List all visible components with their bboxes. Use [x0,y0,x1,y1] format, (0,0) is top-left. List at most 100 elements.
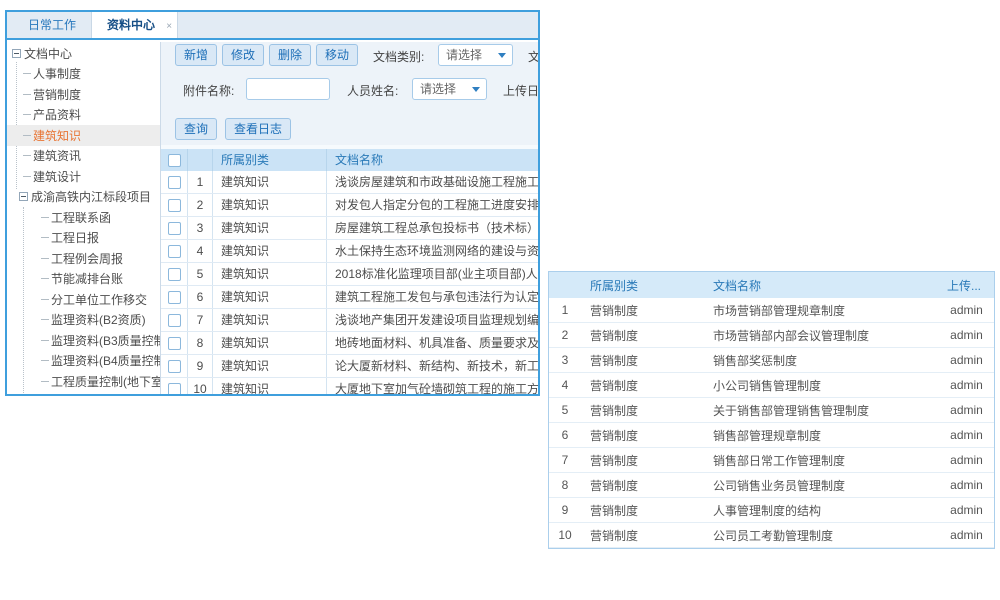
row-checkbox[interactable] [168,268,181,281]
table-row[interactable]: 10 营销制度 公司员工考勤管理制度 admin [549,523,994,548]
table-row[interactable]: 4 建筑知识 水土保持生态环境监测网络的建设与资... [161,240,538,263]
cell-category: 营销制度 [581,452,704,469]
table-row[interactable]: 7 营销制度 销售部日常工作管理制度 admin [549,448,994,473]
cell-uploader: admin [939,428,994,442]
cell-category: 营销制度 [581,377,704,394]
tree-item[interactable]: 节能减排台账 [7,269,160,290]
edit-button[interactable]: 修改 [222,44,264,66]
query-button[interactable]: 查询 [175,118,217,140]
tree-item-clipped[interactable]: 工程质量控制 [7,392,160,395]
tree-item[interactable]: 分工单位工作移交 [7,289,160,310]
tree-item-root[interactable]: 文档中心 [7,43,160,64]
cell-index: 2 [188,194,213,216]
tree-item[interactable]: 人事制度 [7,64,160,85]
collapse-icon[interactable] [12,49,21,58]
table-row[interactable]: 2 建筑知识 对发包人指定分包的工程施工进度安排... [161,194,538,217]
table-row[interactable]: 2 营销制度 市场营销部内部会议管理制度 admin [549,323,994,348]
tree-item-label: 分工单位工作移交 [51,291,147,308]
cell-index: 3 [549,353,581,367]
table-row[interactable]: 3 营销制度 销售部奖惩制度 admin [549,348,994,373]
add-button[interactable]: 新增 [175,44,217,66]
tab-data-center[interactable]: 资料中心 × [91,12,178,38]
category-tree: 文档中心 人事制度 营销制度 产品资料 建筑知识 建筑资讯 [7,42,161,394]
row-checkbox[interactable] [168,314,181,327]
delete-button[interactable]: 删除 [269,44,311,66]
tree-branch-icon [23,73,31,74]
tree-branch-icon [23,176,31,177]
tab-label: 日常工作 [28,18,76,32]
row-checkbox[interactable] [168,383,181,395]
tree-item-project-root[interactable]: 成渝高铁内江标段项目 [7,187,160,208]
table-row[interactable]: 9 建筑知识 论大厦新材料、新结构、新技术，新工... [161,355,538,378]
cell-index: 7 [549,453,581,467]
view-log-button[interactable]: 查看日志 [225,118,291,140]
tree-item[interactable]: 建筑设计 [7,166,160,187]
tree-item[interactable]: 建筑资讯 [7,146,160,167]
cell-category: 营销制度 [581,527,704,544]
cell-category: 建筑知识 [213,286,327,308]
cell-uploader: admin [939,353,994,367]
cell-category: 建筑知识 [213,309,327,331]
table-row[interactable]: 5 营销制度 关于销售部管理销售管理制度 admin [549,398,994,423]
select-value: 请选择 [446,48,482,62]
cell-category: 营销制度 [581,502,704,519]
table-row[interactable]: 1 营销制度 市场营销部管理规章制度 admin [549,298,994,323]
cell-doc-name: 房屋建筑工程总承包投标书（技术标）... [327,217,538,240]
person-select[interactable]: 请选择 [412,78,487,100]
tree-item-label: 工程日报 [51,229,99,246]
col-header-category: 所属别类 [213,149,327,171]
tree-branch-icon [23,94,31,95]
tree-item[interactable]: 工程联系函 [7,207,160,228]
tree-item-selected[interactable]: 建筑知识 [7,125,160,146]
document-table: 所属别类 文档名称 1 建筑知识 浅谈房屋建筑和市政基础设施工程施工... 2 … [161,145,538,394]
cell-doc-name: 论大厦新材料、新结构、新技术，新工... [327,355,538,378]
close-icon[interactable]: × [166,13,172,40]
table-row[interactable]: 9 营销制度 人事管理制度的结构 admin [549,498,994,523]
cell-doc-name: 浅谈地产集团开发建设项目监理规划编... [327,309,538,332]
col-header-index [188,149,213,171]
table-row[interactable]: 7 建筑知识 浅谈地产集团开发建设项目监理规划编... [161,309,538,332]
tree-item[interactable]: 工程日报 [7,228,160,249]
table-row[interactable]: 4 营销制度 小公司销售管理制度 admin [549,373,994,398]
table-row[interactable]: 8 营销制度 公司销售业务员管理制度 admin [549,473,994,498]
cell-category: 营销制度 [581,327,704,344]
cell-category: 营销制度 [581,302,704,319]
collapse-icon[interactable] [19,192,28,201]
select-all-checkbox[interactable] [168,154,181,167]
row-checkbox[interactable] [168,199,181,212]
tree-item[interactable]: 产品资料 [7,105,160,126]
table-row[interactable]: 10 建筑知识 大厦地下室加气砼墙砌筑工程的施工方... [161,378,538,394]
tree-item[interactable]: 监理资料(B3质量控制) [7,330,160,351]
cell-uploader: admin [939,403,994,417]
cell-uploader: admin [939,328,994,342]
table-row[interactable]: 3 建筑知识 房屋建筑工程总承包投标书（技术标）... [161,217,538,240]
tree-branch-icon [41,319,49,320]
tree-item[interactable]: 工程例会周报 [7,248,160,269]
table-row[interactable]: 1 建筑知识 浅谈房屋建筑和市政基础设施工程施工... [161,171,538,194]
table-row[interactable]: 6 建筑知识 建筑工程施工发包与承包违法行为认定... [161,286,538,309]
row-checkbox[interactable] [168,176,181,189]
cell-doc-name: 销售部奖惩制度 [704,352,939,369]
tab-daily-work[interactable]: 日常工作 [13,12,91,38]
doc-category-select[interactable]: 请选择 [438,44,513,66]
row-checkbox[interactable] [168,222,181,235]
cell-category: 营销制度 [581,427,704,444]
doc-name-label-clipped: 文档 [528,48,538,65]
tree-item[interactable]: 监理资料(B2资质) [7,310,160,331]
row-checkbox[interactable] [168,360,181,373]
attachment-name-input[interactable] [246,78,330,100]
move-button[interactable]: 移动 [316,44,358,66]
table-row[interactable]: 6 营销制度 销售部管理规章制度 admin [549,423,994,448]
tree-item[interactable]: 监理资料(B4质量控制) [7,351,160,372]
row-checkbox[interactable] [168,245,181,258]
col-header-uploader: 上传... [939,277,994,294]
table-row[interactable]: 5 建筑知识 2018标准化监理项目部(业主项目部)人员... [161,263,538,286]
cell-category: 建筑知识 [213,194,327,216]
cell-index: 10 [549,528,581,542]
row-checkbox[interactable] [168,337,181,350]
row-checkbox[interactable] [168,291,181,304]
cell-doc-name: 建筑工程施工发包与承包违法行为认定... [327,286,538,309]
tree-item[interactable]: 营销制度 [7,84,160,105]
table-row[interactable]: 8 建筑知识 地砖地面材料、机具准备、质量要求及... [161,332,538,355]
tree-item[interactable]: 工程质量控制(地下室) [7,371,160,392]
